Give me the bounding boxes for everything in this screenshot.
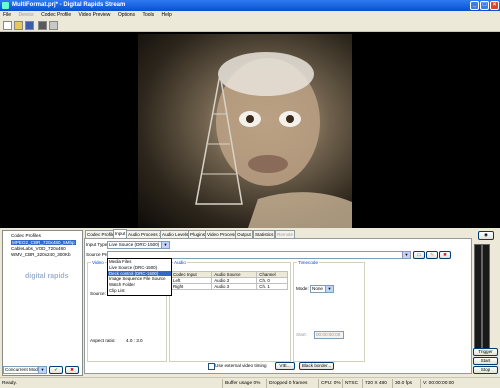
digital-rapids-logo: digital rapids [25, 273, 69, 280]
chevron-down-icon: ▼ [38, 367, 46, 373]
status-ready: Ready. [2, 381, 17, 386]
input-type-select[interactable]: Live Source (DRC-1500) ▼ [107, 241, 170, 249]
stop-button[interactable]: Stop [473, 366, 498, 374]
timecode-mode-label: Mode: [296, 286, 309, 291]
menu-device[interactable]: Device [15, 11, 36, 19]
codec-profile-item[interactable]: MPEG2_CBR_720x480_5Mbp [11, 240, 76, 245]
menu-file[interactable]: File [0, 11, 14, 19]
toolbar [0, 20, 500, 32]
add-profile-button[interactable]: ✔ [49, 366, 63, 374]
codec-profiles-header: Codec Profiles [11, 233, 41, 238]
timecode-start-field[interactable]: 00:00:00:00 [314, 331, 344, 339]
monitor-icon[interactable] [38, 21, 47, 30]
maximize-button[interactable]: □ [480, 1, 489, 10]
app-icon [2, 2, 9, 9]
settings-icon[interactable] [49, 21, 58, 30]
aspect-ratio-label: Aspect ratio: [90, 338, 116, 343]
external-timing-label: Use external video timing [215, 363, 267, 368]
tab-statistics[interactable]: Statistics [253, 230, 276, 238]
tab-codec-profile[interactable]: Codec Profile [85, 230, 117, 238]
menu-help[interactable]: Help [159, 11, 175, 19]
remove-profile-button[interactable]: ✖ [65, 366, 79, 374]
settings-area: Codec Profile Input Audio Process 3 Audi… [84, 229, 472, 376]
new-profile-button[interactable]: □ [413, 251, 425, 259]
status-standard: NTSC [342, 379, 358, 388]
new-file-icon[interactable] [3, 21, 12, 30]
chevron-down-icon: ▼ [402, 252, 410, 258]
video-group-title: Video [91, 260, 105, 265]
table-cell: Right [169, 283, 213, 290]
status-resolution: 720 X 480 [362, 379, 387, 388]
tab-remote[interactable]: Remote [275, 230, 296, 238]
save-icon[interactable] [25, 21, 34, 30]
title-bar: MultiFormat.prj* - Digital Rapids Stream… [0, 0, 500, 11]
record-indicator-icon[interactable]: ◉ [478, 231, 494, 240]
black-border-button[interactable]: Black border... [299, 362, 334, 370]
input-type-dropdown-list: Media Files Live Source (DRC-1500) Deck … [107, 258, 172, 296]
menu-tools[interactable]: Tools [139, 11, 157, 19]
source-label: Source: [90, 291, 106, 296]
minimize-button[interactable]: _ [470, 1, 479, 10]
external-timing-checkbox[interactable] [208, 363, 215, 370]
timecode-group-title: Timecode [297, 260, 319, 265]
status-buffer: Buffer usage 0% [222, 379, 260, 388]
status-fps: 30.0 fps [392, 379, 412, 388]
codec-profiles-panel: Codec Profiles MPEG2_CBR_720x480_5Mbp Ca… [2, 230, 83, 376]
delete-profile-button[interactable]: ✖ [439, 251, 451, 259]
window-title: MultiFormat.prj* - Digital Rapids Stream [12, 2, 126, 8]
trigger-button[interactable]: Trigger [473, 348, 498, 356]
level-meter-right [482, 244, 490, 350]
edit-profile-button[interactable]: ✎ [426, 251, 438, 259]
close-button[interactable]: × [490, 1, 499, 10]
status-cpu: CPU: 0% [318, 379, 341, 388]
codec-profile-item[interactable]: CableLabs_VOD_720x480 [11, 246, 66, 251]
tab-output[interactable]: Output [235, 230, 253, 238]
chevron-down-icon: ▼ [161, 242, 169, 248]
menu-options[interactable]: Options [115, 11, 138, 19]
menu-codec-profile[interactable]: Codec Profile [38, 11, 74, 19]
preview-image [195, 52, 352, 228]
tab-audio-levels[interactable]: Audio Levels [160, 230, 191, 238]
audio-table: Codec Input Audio Source Channel Left Au… [169, 271, 288, 290]
preview-frame [138, 34, 352, 228]
level-meter-left [474, 244, 482, 350]
mode-select[interactable]: Concurrent Mode ▼ [3, 366, 47, 374]
audio-group-title: Audio [173, 260, 187, 265]
status-dropped: Dropped 0 frames [266, 379, 307, 388]
tab-audio-process[interactable]: Audio Process 3 [126, 230, 164, 238]
status-time: V: 00:00:00:00 [420, 379, 454, 388]
open-folder-icon[interactable] [14, 21, 23, 30]
menu-video-preview[interactable]: Video Preview [76, 11, 114, 19]
vie-button[interactable]: VIE... [275, 362, 295, 370]
codec-profile-item[interactable]: WMV_CBR_320x240_300Kb [11, 252, 71, 257]
input-type-label: Input Type: [86, 242, 109, 247]
encoding-controls: ◉ Trigger Start Stop [472, 230, 500, 376]
table-row[interactable]: Right Audio 3 Ch. 1 [169, 283, 288, 290]
status-bar: Ready. Buffer usage 0% Dropped 0 frames … [0, 377, 500, 388]
timecode-start-label: Start: [296, 332, 307, 337]
table-cell: Ch. 1 [256, 283, 288, 290]
table-cell: Audio 3 [211, 283, 258, 290]
tab-video-process[interactable]: Video Process [205, 230, 239, 238]
aspect-ratio-value: 4.0 : 3.0 [126, 338, 143, 343]
dropdown-option[interactable]: Clip List [108, 288, 171, 294]
chevron-down-icon: ▼ [325, 286, 333, 292]
timecode-group: Timecode Mode: None ▼ Start: 00:00:00:00 [293, 260, 365, 362]
audio-group: Audio Codec Input Audio Source Channel L… [169, 260, 291, 362]
video-preview [0, 32, 500, 228]
input-tab-panel: Input Type: Live Source (DRC-1500) ▼ Sou… [84, 238, 472, 374]
start-button[interactable]: Start [473, 357, 498, 365]
timecode-mode-select[interactable]: None ▼ [310, 285, 334, 293]
menu-bar: File Device Codec Profile Video Preview … [0, 11, 500, 20]
